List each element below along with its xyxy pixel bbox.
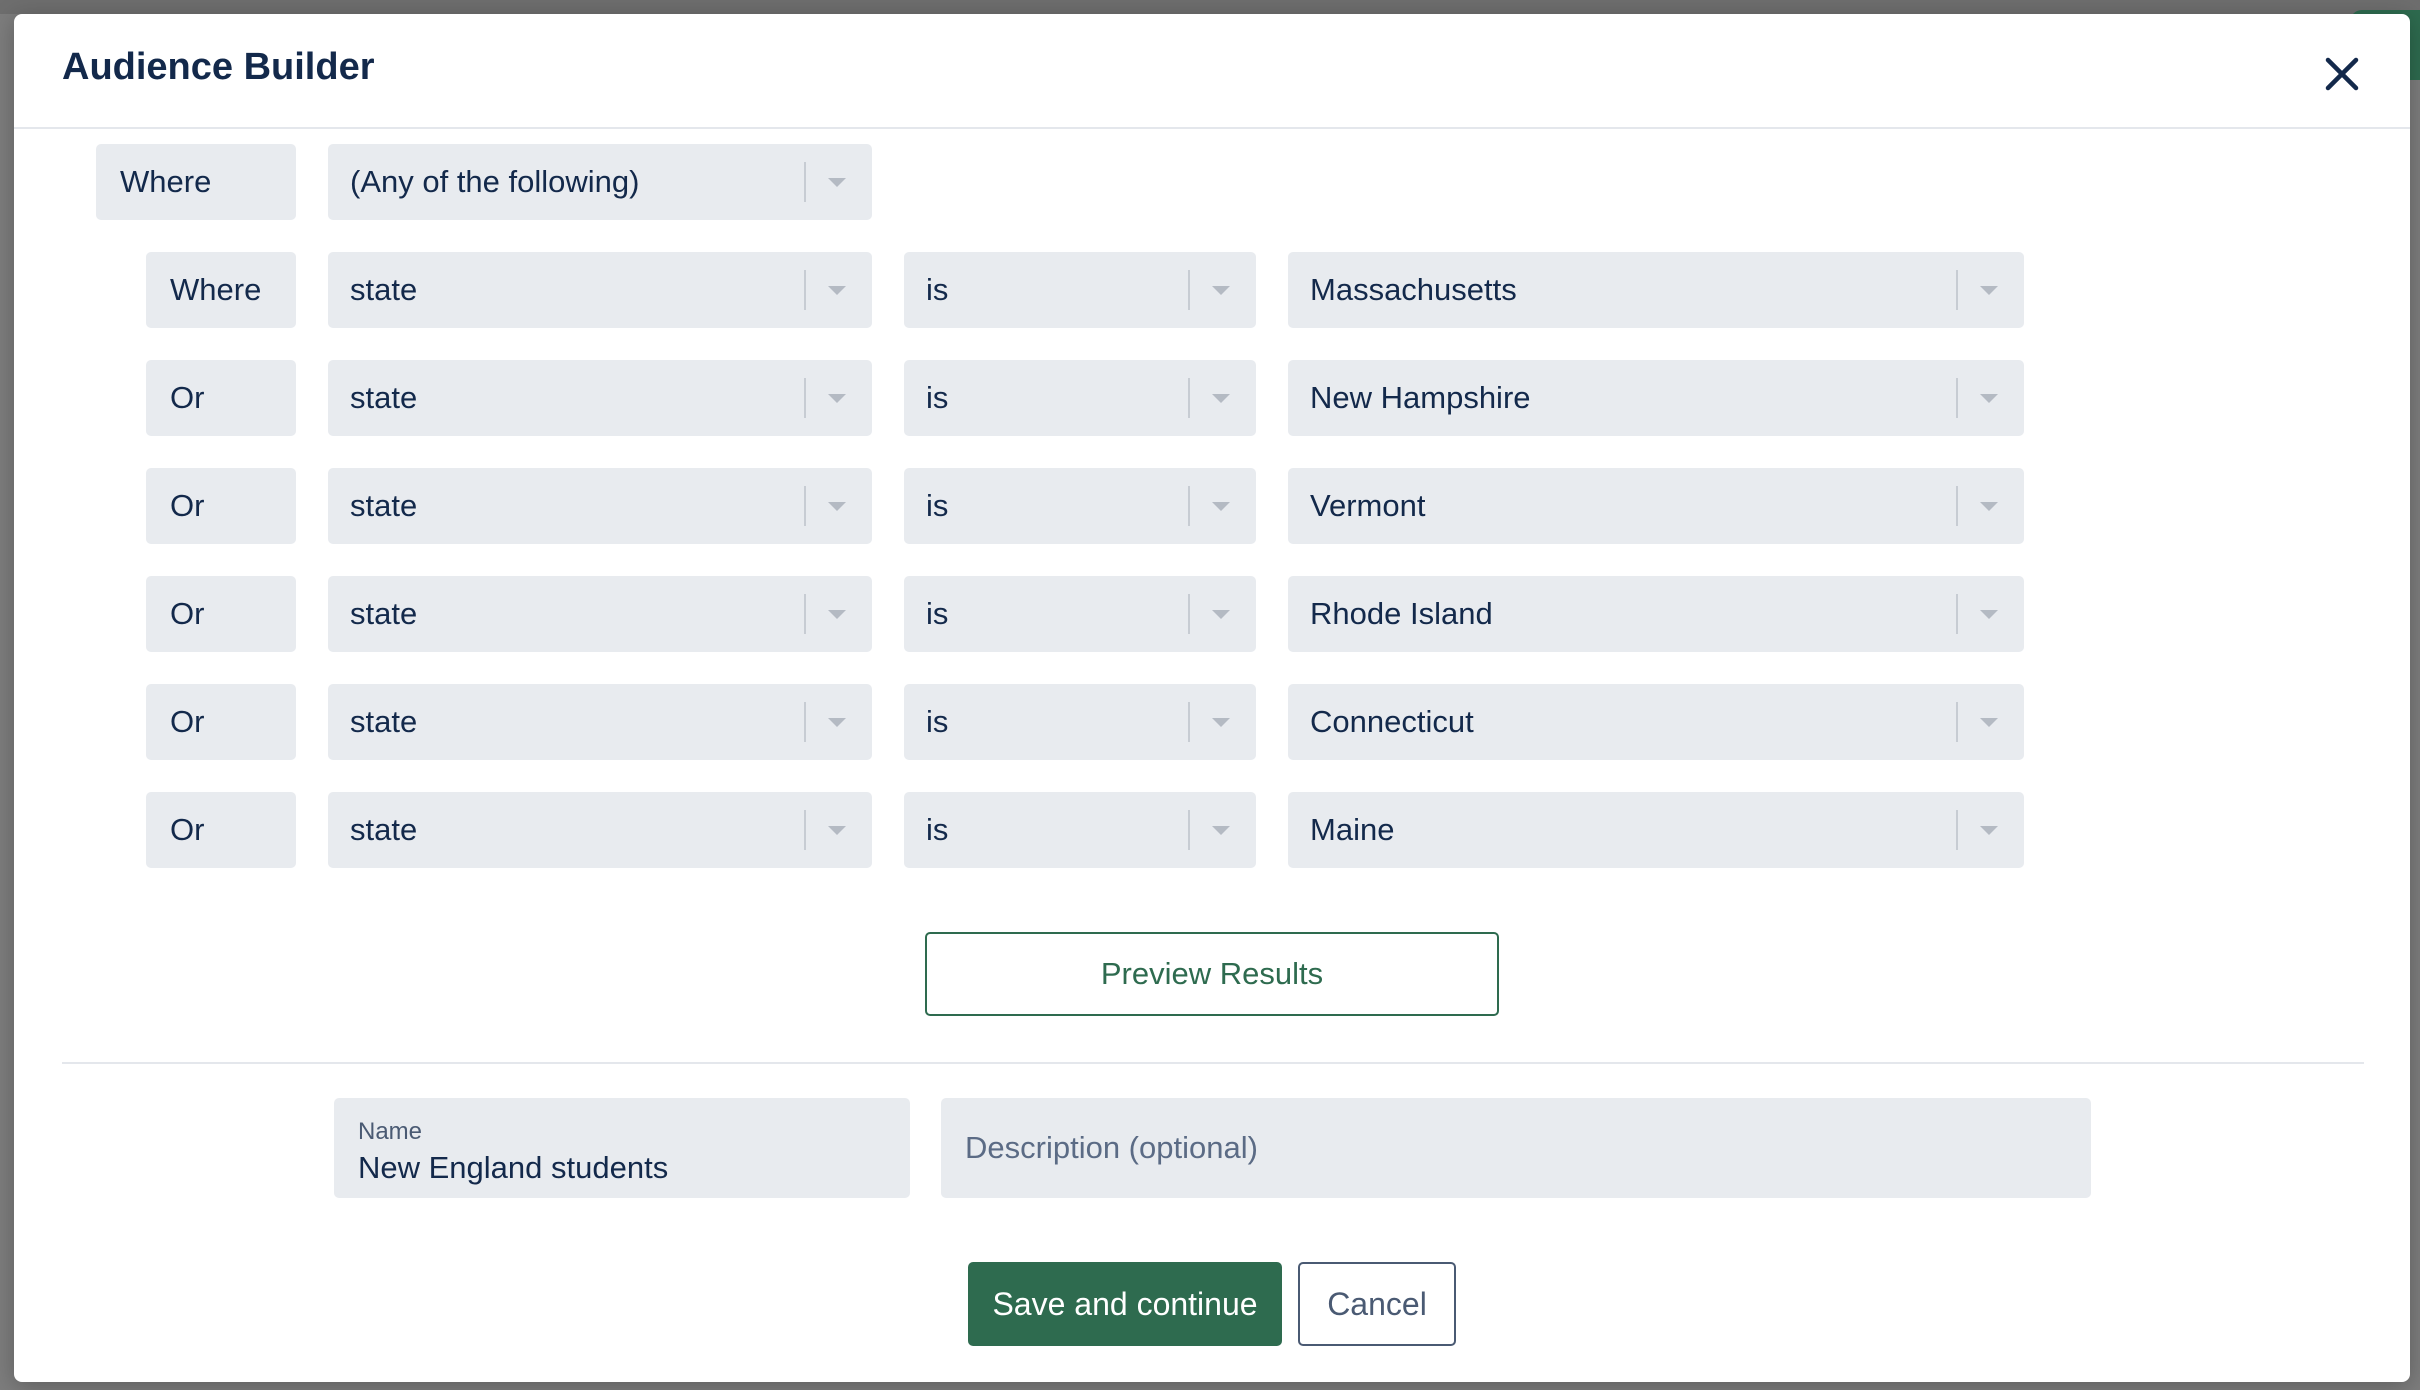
name-field-value: New England students	[358, 1150, 669, 1185]
chevron-down-icon	[1980, 501, 1998, 511]
field-select[interactable]: state	[328, 576, 872, 652]
chevron-down-icon	[1212, 393, 1230, 403]
value-select-value: Massachusetts	[1310, 272, 1517, 307]
condition-connector: Or	[146, 468, 296, 544]
value-select[interactable]: Massachusetts	[1288, 252, 2024, 328]
select-separator	[804, 378, 806, 418]
chevron-down-icon	[1212, 609, 1230, 619]
value-select-value: Rhode Island	[1310, 596, 1493, 631]
match-mode-value: (Any of the following)	[350, 164, 640, 199]
operator-select[interactable]: is	[904, 684, 1256, 760]
chevron-down-icon	[1980, 717, 1998, 727]
select-separator	[1188, 810, 1190, 850]
value-select-value: Vermont	[1310, 488, 1426, 523]
select-separator	[1188, 594, 1190, 634]
save-and-continue-button[interactable]: Save and continue	[968, 1262, 1282, 1346]
description-field[interactable]: Description (optional)	[941, 1098, 2091, 1198]
chevron-down-icon	[828, 393, 846, 403]
condition-connector: Or	[146, 792, 296, 868]
chevron-down-icon	[828, 825, 846, 835]
select-separator	[1956, 702, 1958, 742]
group-connector: Where	[96, 144, 296, 220]
close-icon[interactable]	[2318, 50, 2366, 98]
chevron-down-icon	[828, 717, 846, 727]
operator-select[interactable]: is	[904, 576, 1256, 652]
preview-results-button[interactable]: Preview Results	[925, 932, 1499, 1016]
operator-select-value: is	[926, 488, 949, 523]
field-select-value: state	[350, 704, 418, 739]
chevron-down-icon	[828, 285, 846, 295]
field-select-value: state	[350, 812, 418, 847]
chevron-down-icon	[828, 609, 846, 619]
chevron-down-icon	[1212, 285, 1230, 295]
audience-builder-modal: Audience Builder Where (Any of the follo…	[14, 14, 2410, 1382]
select-separator	[1956, 270, 1958, 310]
select-separator	[1956, 378, 1958, 418]
condition-connector: Or	[146, 360, 296, 436]
name-field-label: Name	[358, 1118, 423, 1145]
operator-select-value: is	[926, 596, 949, 631]
field-select[interactable]: state	[328, 360, 872, 436]
value-select[interactable]: Maine	[1288, 792, 2024, 868]
select-separator	[1188, 378, 1190, 418]
select-separator	[804, 486, 806, 526]
match-mode-select[interactable]: (Any of the following)	[328, 144, 872, 220]
field-select-value: state	[350, 272, 418, 307]
chevron-down-icon	[1212, 717, 1230, 727]
field-select[interactable]: state	[328, 684, 872, 760]
value-select[interactable]: Connecticut	[1288, 684, 2024, 760]
value-select[interactable]: New Hampshire	[1288, 360, 2024, 436]
background-top-bar	[0, 0, 2420, 14]
operator-select-value: is	[926, 380, 949, 415]
chevron-down-icon	[1212, 825, 1230, 835]
name-field[interactable]: Name New England students	[334, 1098, 910, 1198]
cancel-button[interactable]: Cancel	[1298, 1262, 1456, 1346]
condition-connector: Where	[146, 252, 296, 328]
value-select-value: Maine	[1310, 812, 1395, 847]
modal-header: Audience Builder	[14, 14, 2410, 129]
operator-select[interactable]: is	[904, 468, 1256, 544]
modal-title: Audience Builder	[62, 46, 375, 88]
divider	[62, 1062, 2364, 1064]
field-select-value: state	[350, 596, 418, 631]
select-separator	[1956, 594, 1958, 634]
value-select[interactable]: Rhode Island	[1288, 576, 2024, 652]
field-select[interactable]: state	[328, 468, 872, 544]
chevron-down-icon	[1212, 501, 1230, 511]
condition-connector: Or	[146, 576, 296, 652]
select-separator	[804, 594, 806, 634]
value-select[interactable]: Vermont	[1288, 468, 2024, 544]
chevron-down-icon	[828, 177, 846, 187]
operator-select[interactable]: is	[904, 792, 1256, 868]
chevron-down-icon	[1980, 609, 1998, 619]
select-separator	[804, 270, 806, 310]
chevron-down-icon	[828, 501, 846, 511]
select-separator	[1956, 810, 1958, 850]
operator-select-value: is	[926, 812, 949, 847]
operator-select[interactable]: is	[904, 360, 1256, 436]
select-separator	[804, 162, 806, 202]
chevron-down-icon	[1980, 393, 1998, 403]
operator-select-value: is	[926, 272, 949, 307]
select-separator	[1188, 486, 1190, 526]
field-select[interactable]: state	[328, 252, 872, 328]
operator-select-value: is	[926, 704, 949, 739]
condition-connector: Or	[146, 684, 296, 760]
value-select-value: Connecticut	[1310, 704, 1474, 739]
field-select[interactable]: state	[328, 792, 872, 868]
select-separator	[1956, 486, 1958, 526]
select-separator	[804, 702, 806, 742]
value-select-value: New Hampshire	[1310, 380, 1531, 415]
select-separator	[804, 810, 806, 850]
operator-select[interactable]: is	[904, 252, 1256, 328]
select-separator	[1188, 702, 1190, 742]
select-separator	[1188, 270, 1190, 310]
chevron-down-icon	[1980, 285, 1998, 295]
field-select-value: state	[350, 488, 418, 523]
field-select-value: state	[350, 380, 418, 415]
chevron-down-icon	[1980, 825, 1998, 835]
